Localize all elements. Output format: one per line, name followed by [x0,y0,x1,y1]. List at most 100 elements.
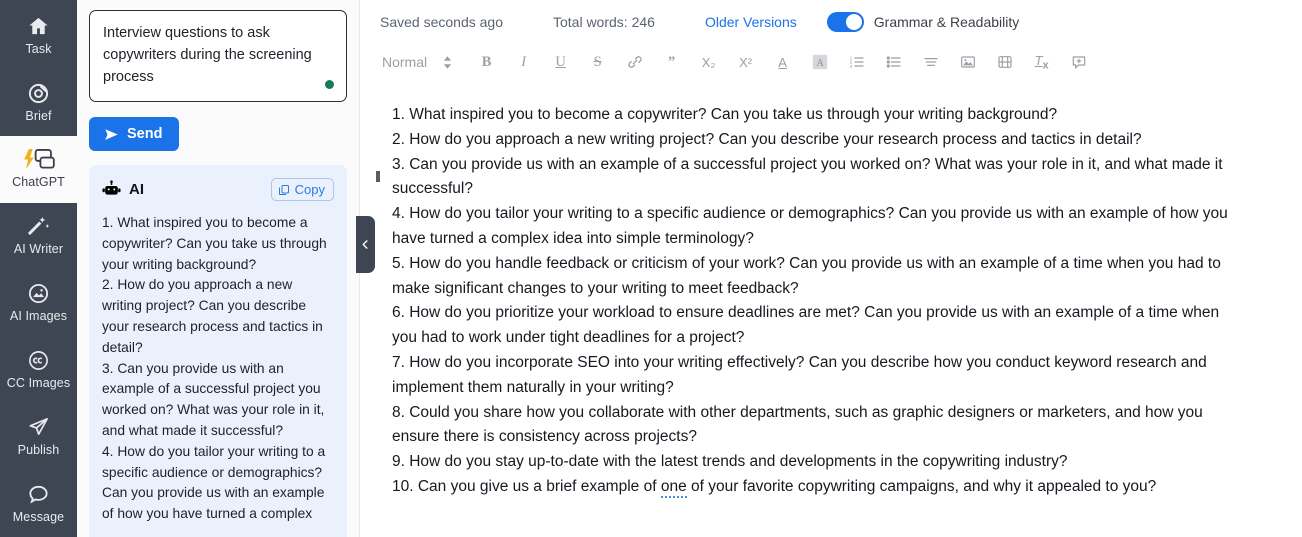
copy-icon [278,184,290,196]
paper-plane-icon [27,416,50,439]
document-line: 9. How do you stay up-to-date with the l… [392,453,1068,471]
subscript-button[interactable]: X₂ [690,47,727,77]
ai-response-header: AI Copy [102,178,334,201]
add-comment-button[interactable] [1060,47,1097,77]
image-ai-icon [27,282,50,305]
document-line: 1. What inspired you to become a copywri… [392,106,1058,123]
left-sidebar-rail: Task Brief ChatGPT AI Writer AI Images C… [0,0,77,537]
paragraph-style-value: Normal [382,54,428,70]
ai-response-card: AI Copy 1. What inspired you to become a… [89,165,347,537]
sidebar-item-ai-images[interactable]: AI Images [0,270,77,337]
paragraph-style-select[interactable]: Normal [374,54,462,70]
line-suffix: of your favorite copywriting campaigns, … [686,477,1157,495]
saved-status: Saved seconds ago [380,13,503,30]
sidebar-item-label: AI Writer [13,242,64,257]
copy-button[interactable]: Copy [270,178,334,201]
align-icon [923,54,939,70]
subscript-icon: X₂ [701,54,716,70]
blockquote-icon: ” [668,53,676,70]
cc-icon [27,349,50,372]
text-cursor-marker [376,171,380,182]
highlight-color-button[interactable]: A [801,47,838,77]
sidebar-item-cc-images[interactable]: CC Images [0,336,77,403]
insert-image-button[interactable] [949,47,986,77]
sidebar-item-label: ChatGPT [12,175,65,190]
bold-button[interactable]: B [468,47,505,77]
document-line: 3. Can you provide us with an example of… [392,155,1223,198]
panel-collapse-handle[interactable] [356,216,375,273]
chat-bubble-icon [27,483,50,506]
text-color-button[interactable]: A [764,47,801,77]
sidebar-item-label: CC Images [6,376,71,391]
document-line: 7. How do you incorporate SEO into your … [392,353,1207,396]
grammar-toggle-group: Grammar & Readability [826,11,1020,32]
robot-icon [102,180,121,199]
ai-response-text: 1. What inspired you to become a copywri… [102,215,327,522]
sidebar-item-label: Task [25,41,52,56]
sidebar-item-label: Message [12,509,65,524]
home-icon [27,15,50,38]
text-color-icon: A [778,54,787,70]
clear-format-icon: Tx [1034,52,1049,72]
ordered-list-button[interactable]: 1 2 3 [838,47,875,77]
superscript-button[interactable]: X² [727,47,764,77]
document-line: 2. How do you approach a new writing pro… [392,130,1142,148]
sidebar-item-ai-writer[interactable]: AI Writer [0,203,77,270]
editor-status-bar: Saved seconds ago Total words: 246 Older… [360,0,1302,43]
copy-button-label: Copy [294,182,325,197]
prompt-input[interactable]: Interview questions to ask copywriters d… [103,22,333,88]
bullet-list-button[interactable] [875,47,912,77]
document-line: 4. How do you tailor your writing to a s… [392,205,1228,247]
bold-icon: B [481,53,492,70]
insert-image-icon [960,54,976,70]
grammar-readability-toggle[interactable] [826,11,864,32]
older-versions-link[interactable]: Older Versions [705,14,797,30]
formatting-toolbar: Normal B I U S ” X₂ X² A A 1 2 3 Tx [360,43,1302,81]
clear-format-button[interactable]: Tx [1023,47,1060,77]
link-icon [627,54,643,70]
prompt-input-box[interactable]: Interview questions to ask copywriters d… [89,10,347,102]
link-button[interactable] [616,47,653,77]
chevron-left-icon [360,239,371,250]
strikethrough-button[interactable]: S [579,47,616,77]
underline-button[interactable]: U [542,47,579,77]
sidebar-item-chatgpt[interactable]: ChatGPT [0,135,77,203]
italic-button[interactable]: I [505,47,542,77]
italic-icon: I [521,53,527,70]
sidebar-item-publish[interactable]: Publish [0,403,77,470]
send-button[interactable]: Send [89,117,180,151]
sidebar-item-label: Publish [17,442,60,457]
sidebar-item-message[interactable]: Message [0,470,77,537]
document-canvas[interactable]: 1. What inspired you to become a copywri… [360,81,1302,537]
bullet-list-icon [886,54,902,70]
chatgpt-panel: Interview questions to ask copywriters d… [77,0,360,537]
target-icon [27,82,50,105]
underline-icon: U [555,53,566,70]
ai-title-group: AI [102,180,144,199]
svg-text:3: 3 [849,64,852,69]
add-comment-icon [1071,54,1087,70]
sidebar-item-task[interactable]: Task [0,2,77,69]
align-button[interactable] [912,47,949,77]
grammar-suggestion-word[interactable]: one [660,477,687,498]
highlight-color-icon: A [812,54,828,70]
insert-video-icon [997,54,1013,70]
document-line: 8. Could you share how you collaborate w… [392,403,1203,446]
sidebar-item-brief[interactable]: Brief [0,69,77,136]
document-line: 6. How do you prioritize your workload t… [392,304,1220,347]
svg-text:A: A [816,58,824,69]
document-editor: Saved seconds ago Total words: 246 Older… [360,0,1302,537]
blockquote-button[interactable]: ” [653,47,690,77]
document-body[interactable]: 1. What inspired you to become a copywri… [392,103,1242,500]
superscript-icon: X² [739,54,753,70]
document-line-flagged: 10. Can you give us a brief example of o… [392,475,1242,500]
strikethrough-icon: S [593,53,602,70]
document-line: 5. How do you handle feedback or critici… [392,254,1221,297]
line-prefix: 10. Can you give us a brief example of [392,477,661,495]
insert-video-button[interactable] [986,47,1023,77]
magic-wand-icon [27,215,50,238]
chatgpt-icon [22,148,55,171]
sidebar-item-label: Brief [25,108,52,123]
ordered-list-icon: 1 2 3 [849,54,865,70]
grammar-toggle-label: Grammar & Readability [873,13,1020,30]
